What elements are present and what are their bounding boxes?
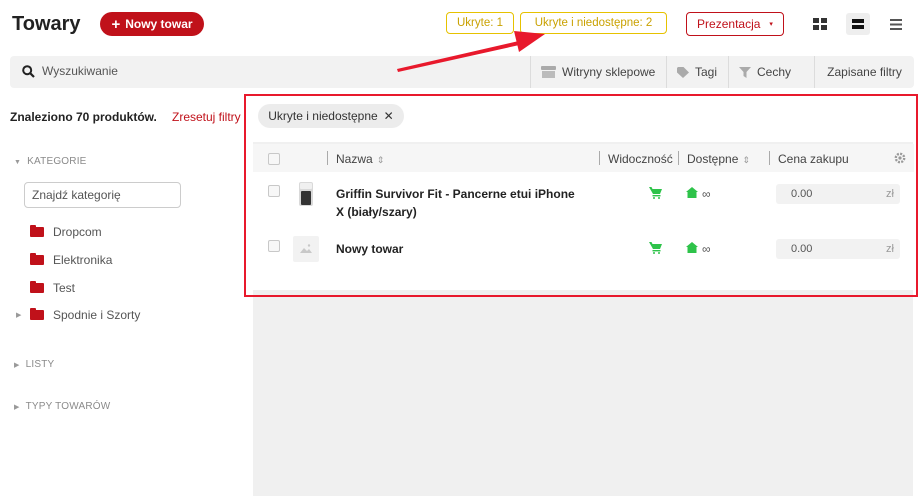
cart-icon[interactable] — [649, 187, 662, 202]
currency-label: zł — [886, 188, 894, 200]
column-header-name-label: Nazwa — [336, 152, 373, 166]
plus-icon: + — [111, 15, 121, 33]
hidden-badge[interactable]: Ukryte: 1 — [446, 12, 514, 34]
triangle-right-icon: ▶ — [14, 404, 20, 411]
lists-heading[interactable]: ▶ LISTY — [14, 359, 54, 370]
category-label: Elektronika — [53, 253, 113, 267]
row-checkbox[interactable] — [268, 240, 280, 252]
purchase-price-field[interactable]: 0.00 zł — [776, 239, 900, 259]
column-header-available-label: Dostępne — [687, 152, 739, 166]
saved-filters-button[interactable]: Zapisane filtry — [814, 56, 914, 88]
warehouse-icon — [686, 242, 698, 256]
purchase-price-field[interactable]: 0.00 zł — [776, 184, 900, 204]
sort-icon: ⇕ — [742, 155, 750, 165]
category-label: Spodnie i Szorty — [53, 308, 141, 322]
category-item-spodnie[interactable]: Spodnie i Szorty — [30, 308, 140, 322]
product-name-line: X (biały/szary) — [336, 205, 417, 219]
column-separator — [678, 151, 679, 165]
filter-icon — [739, 66, 751, 78]
folder-icon — [30, 253, 44, 265]
column-header-available[interactable]: Dostępne ⇕ — [687, 152, 750, 166]
select-all-checkbox[interactable] — [268, 153, 280, 165]
compact-list-icon[interactable] — [884, 13, 908, 35]
categories-heading-label: KATEGORIE — [27, 156, 87, 167]
category-search-input[interactable]: Znajdź kategorię — [24, 182, 181, 208]
column-separator — [599, 151, 600, 165]
product-name-link[interactable]: Nowy towar — [336, 240, 403, 258]
lists-heading-label: LISTY — [25, 359, 55, 370]
column-separator — [327, 151, 328, 165]
tags-label: Tagi — [695, 65, 718, 79]
storefront-icon — [541, 66, 556, 78]
product-thumbnail[interactable] — [293, 236, 319, 262]
image-placeholder-icon — [293, 244, 319, 265]
category-item-dropcom[interactable]: Dropcom — [30, 225, 102, 239]
column-header-purchase-price[interactable]: Cena zakupu — [778, 152, 849, 166]
triangle-down-icon: ▼ — [14, 159, 22, 166]
expand-category-icon[interactable]: ▶ — [16, 311, 21, 319]
currency-label: zł — [886, 243, 894, 255]
stock-value: ∞ — [702, 187, 711, 201]
results-count: Znaleziono 70 produktów. — [10, 110, 157, 124]
category-label: Dropcom — [53, 225, 102, 239]
product-name-link[interactable]: Griffin Survivor Fit - Pancerne etui iPh… — [336, 185, 575, 221]
category-item-test[interactable]: Test — [30, 281, 75, 295]
search-icon — [22, 65, 35, 81]
new-product-label: Nowy towar — [125, 17, 193, 31]
tags-filter-button[interactable]: Tagi — [666, 56, 728, 88]
presentation-dropdown[interactable]: Prezentacja ▾ — [686, 12, 784, 36]
shops-filter-button[interactable]: Witryny sklepowe — [530, 56, 666, 88]
product-types-heading[interactable]: ▶ TYPY TOWARÓW — [14, 401, 110, 412]
presentation-label: Prezentacja — [697, 17, 761, 31]
folder-icon — [30, 225, 44, 237]
column-separator — [769, 151, 770, 165]
stock-value: ∞ — [702, 242, 711, 256]
features-filter-button[interactable]: Cechy — [728, 56, 794, 88]
row-checkbox[interactable] — [268, 185, 280, 197]
shops-label: Witryny sklepowe — [562, 65, 656, 79]
sort-icon: ⇕ — [376, 155, 385, 165]
folder-icon — [30, 308, 44, 320]
reset-filters-link[interactable]: Zresetuj filtry — [172, 110, 241, 124]
category-label: Test — [53, 281, 76, 295]
column-header-name[interactable]: Nazwa ⇕ — [336, 152, 384, 166]
product-name-line: Griffin Survivor Fit - Pancerne etui iPh… — [336, 187, 575, 201]
features-label: Cechy — [757, 65, 792, 79]
price-value: 0.00 — [791, 188, 813, 200]
search-input[interactable]: Wyszukiwanie — [42, 64, 118, 78]
price-value: 0.00 — [791, 243, 813, 255]
chevron-down-icon: ▾ — [769, 21, 773, 28]
grid-view-icon[interactable] — [808, 13, 832, 35]
category-item-elektronika[interactable]: Elektronika — [30, 253, 112, 267]
list-view-icon[interactable] — [846, 13, 870, 35]
folder-icon — [30, 281, 44, 293]
tag-icon — [677, 66, 689, 78]
new-product-button[interactable]: + Nowy towar — [100, 12, 204, 36]
warehouse-icon — [686, 187, 698, 201]
gear-icon[interactable] — [894, 152, 906, 167]
product-thumbnail[interactable] — [293, 181, 319, 207]
close-icon[interactable]: ✕ — [384, 109, 394, 123]
page-title: Towary — [12, 13, 81, 35]
hidden-unavailable-badge[interactable]: Ukryte i niedostępne: 2 — [520, 12, 667, 34]
categories-heading[interactable]: ▼ KATEGORIE — [14, 156, 87, 167]
active-filter-chip: Ukryte i niedostępne ✕ — [258, 104, 404, 128]
filter-chip-label: Ukryte i niedostępne — [268, 109, 378, 123]
cart-icon[interactable] — [649, 242, 662, 257]
column-header-visibility[interactable]: Widoczność — [608, 152, 673, 166]
product-types-heading-label: TYPY TOWARÓW — [25, 401, 111, 412]
triangle-right-icon: ▶ — [14, 362, 20, 369]
